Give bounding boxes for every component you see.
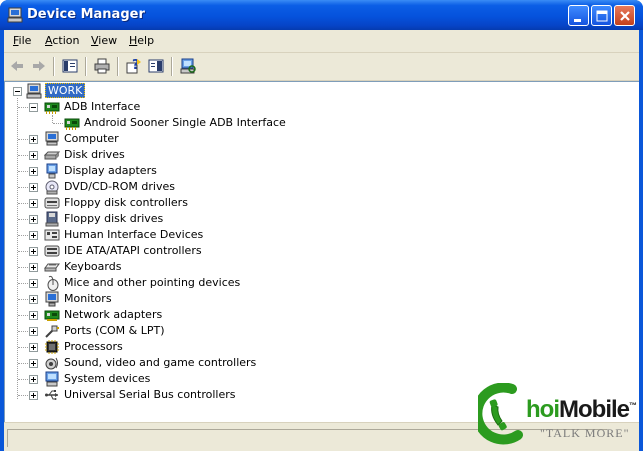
network-adapter-icon: [44, 310, 60, 321]
back-icon: [11, 61, 23, 71]
tree-item-label: DVD/CD-ROM drives: [64, 180, 175, 193]
expand-toggle-disk-drives[interactable]: [29, 151, 38, 160]
scan-hardware-button[interactable]: [177, 56, 199, 77]
device-manager-icon: [7, 7, 23, 23]
processor-icon: [45, 340, 59, 354]
help-icon: ?: [126, 58, 141, 74]
disk-drive-icon: [44, 151, 60, 160]
properties-icon: [148, 59, 164, 73]
menu-file[interactable]: File: [13, 34, 31, 47]
expand-toggle-ide-ata-atapi-controllers[interactable]: [29, 247, 38, 256]
tree-line: [17, 98, 18, 399]
watermark-tagline: "TALK MORE": [540, 426, 630, 440]
adb-interface-icon: [44, 102, 60, 114]
window-title: Device Manager: [27, 7, 145, 22]
menu-bar: File Action View Help: [4, 30, 639, 52]
floppy-drive-icon: [45, 211, 59, 227]
choimobile-watermark: hoiMobile™ "TALK MORE": [478, 383, 640, 451]
expand-toggle-computer[interactable]: [29, 135, 38, 144]
tree-item-label: Network adapters: [64, 308, 163, 321]
expand-toggle-mice-and-other-pointing-devices[interactable]: [29, 279, 38, 288]
menu-help[interactable]: Help: [129, 34, 154, 47]
expand-toggle-processors[interactable]: [29, 343, 38, 352]
expand-toggle-floppy-disk-controllers[interactable]: [29, 199, 38, 208]
adb-device-icon: [64, 118, 80, 130]
port-icon: [45, 325, 59, 338]
expand-toggle-system-devices[interactable]: [29, 375, 38, 384]
tree-item-label: Human Interface Devices: [64, 228, 204, 241]
expand-toggle-display-adapters[interactable]: [29, 167, 38, 176]
toolbar-divider: [53, 57, 55, 76]
minimize-button[interactable]: [568, 5, 589, 26]
tree-item-label: Universal Serial Bus controllers: [64, 388, 236, 401]
device-tree[interactable]: WORK ADB Interface Android Sooner Single…: [4, 81, 639, 422]
show-hide-tree-button[interactable]: [59, 56, 81, 77]
expand-toggle-human-interface-devices[interactable]: [29, 231, 38, 240]
forward-icon: [33, 61, 45, 71]
expand-toggle-sound-video-and-game-controllers[interactable]: [29, 359, 38, 368]
maximize-icon: [596, 10, 608, 22]
tree-item-label: Mice and other pointing devices: [64, 276, 241, 289]
expand-toggle-universal-serial-bus-controllers[interactable]: [29, 391, 38, 400]
toolbar-divider: [85, 57, 87, 76]
close-button[interactable]: [614, 5, 635, 26]
tree-item-label: Computer: [64, 132, 119, 145]
keyboard-icon: [44, 263, 60, 272]
monitor-icon: [45, 291, 59, 307]
expand-toggle-keyboards[interactable]: [29, 263, 38, 272]
adb-collapse-toggle[interactable]: [29, 103, 38, 112]
toolbar-divider: [117, 57, 119, 76]
tree-item-label: Ports (COM & LPT): [64, 324, 165, 337]
computer-icon: [26, 83, 42, 99]
close-icon: [620, 11, 630, 21]
maximize-button[interactable]: [591, 5, 612, 26]
toolbar-divider: [171, 57, 173, 76]
ide-controller-icon: [44, 245, 60, 257]
expand-toggle-dvd-cd-rom-drives[interactable]: [29, 183, 38, 192]
tree-item-label: Floppy disk controllers: [64, 196, 188, 209]
expand-toggle-floppy-disk-drives[interactable]: [29, 215, 38, 224]
usb-icon: [45, 390, 58, 400]
menu-action[interactable]: Action: [45, 34, 79, 47]
tree-item-label: Keyboards: [64, 260, 122, 273]
choimobile-logo-icon: [478, 383, 523, 445]
tree-item-label: IDE ATA/ATAPI controllers: [64, 244, 202, 257]
tree-item-label: Floppy disk drives: [64, 212, 164, 225]
tree-root-label: WORK: [45, 83, 86, 98]
back-button[interactable]: [6, 56, 28, 77]
expand-toggle-ports-com-lpt[interactable]: [29, 327, 38, 336]
tree-item-label: Sound, video and game controllers: [64, 356, 257, 369]
display-adapter-icon: [46, 163, 58, 179]
cdrom-icon: [45, 180, 59, 195]
toolbar: ?: [4, 53, 639, 80]
system-device-icon: [45, 371, 59, 387]
tree-item-label: Monitors: [64, 292, 112, 305]
tree-line: [53, 123, 63, 124]
properties-button[interactable]: [145, 56, 167, 77]
print-button[interactable]: [91, 56, 113, 77]
floppy-controller-icon: [44, 197, 60, 209]
help-button[interactable]: ?: [123, 56, 145, 77]
tree-item-label: Display adapters: [64, 164, 157, 177]
watermark-name: hoiMobile™: [526, 396, 637, 423]
sound-icon: [45, 357, 58, 370]
print-icon: [94, 58, 110, 74]
computer-icon: [45, 131, 59, 146]
tree-item-label: Disk drives: [64, 148, 125, 161]
scan-hardware-icon: [180, 58, 196, 74]
tree-item-label: System devices: [64, 372, 151, 385]
tree-item-label: Processors: [64, 340, 123, 353]
expand-toggle-monitors[interactable]: [29, 295, 38, 304]
root-collapse-toggle[interactable]: [13, 87, 22, 96]
hid-icon: [44, 229, 60, 241]
minimize-icon: [574, 19, 581, 22]
title-bar[interactable]: Device Manager: [0, 0, 643, 30]
expand-toggle-network-adapters[interactable]: [29, 311, 38, 320]
mouse-icon: [47, 275, 59, 291]
menu-view[interactable]: View: [91, 34, 117, 47]
show-hide-tree-icon: [62, 59, 78, 73]
tree-line: [52, 115, 53, 123]
forward-button[interactable]: [28, 56, 50, 77]
